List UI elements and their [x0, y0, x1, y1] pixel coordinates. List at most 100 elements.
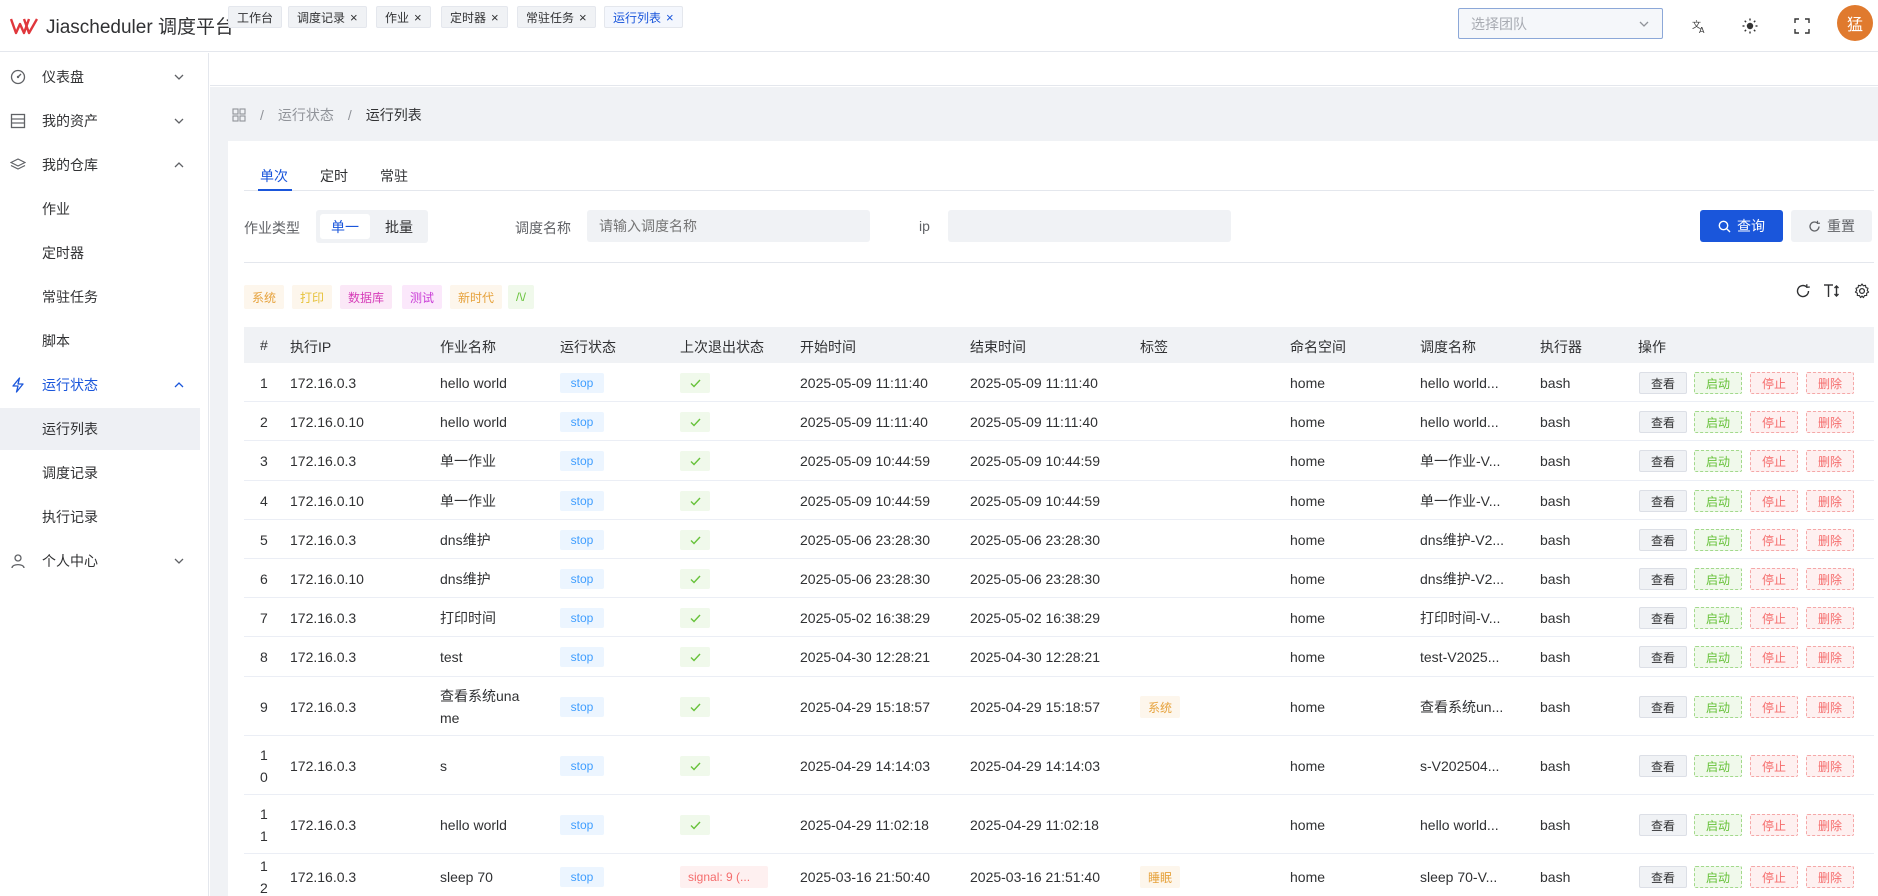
start-button[interactable]: 启动: [1694, 646, 1742, 668]
cell-namespace: home: [1290, 531, 1326, 548]
stop-button[interactable]: 停止: [1750, 866, 1798, 888]
ip-input[interactable]: [948, 210, 1231, 242]
team-select[interactable]: 选择团队: [1458, 8, 1663, 39]
start-button[interactable]: 启动: [1694, 696, 1742, 718]
close-icon[interactable]: ×: [414, 10, 422, 25]
delete-button[interactable]: 删除: [1806, 814, 1854, 836]
sidebar-item-resident[interactable]: 常驻任务: [0, 276, 200, 318]
delete-button[interactable]: 删除: [1806, 372, 1854, 394]
stop-button[interactable]: 停止: [1750, 696, 1798, 718]
schedule-name-input[interactable]: [587, 210, 870, 242]
start-button[interactable]: 启动: [1694, 529, 1742, 551]
view-button[interactable]: 查看: [1639, 529, 1687, 551]
reset-button[interactable]: 重置: [1791, 210, 1872, 242]
start-button[interactable]: 启动: [1694, 450, 1742, 472]
delete-button[interactable]: 删除: [1806, 866, 1854, 888]
fullscreen-icon[interactable]: [1787, 11, 1817, 41]
table-header: # 执行IP 作业名称 运行状态 上次退出状态 开始时间 结束时间 标签 命名空…: [244, 327, 1874, 363]
sidebar-item-runtime[interactable]: 运行状态: [0, 363, 200, 407]
stop-button[interactable]: 停止: [1750, 529, 1798, 551]
start-button[interactable]: 启动: [1694, 411, 1742, 433]
sidebar-item-timers[interactable]: 定时器: [0, 232, 200, 274]
view-button[interactable]: 查看: [1639, 607, 1687, 629]
stop-button[interactable]: 停止: [1750, 568, 1798, 590]
tab-resident[interactable]: 常驻任务 ×: [517, 6, 596, 28]
stop-button[interactable]: 停止: [1750, 814, 1798, 836]
sidebar-item-personal[interactable]: 个人中心: [0, 539, 200, 583]
delete-button[interactable]: 删除: [1806, 529, 1854, 551]
view-button[interactable]: 查看: [1639, 450, 1687, 472]
delete-button[interactable]: 删除: [1806, 568, 1854, 590]
stop-button[interactable]: 停止: [1750, 450, 1798, 472]
tag-chip[interactable]: 新时代: [450, 285, 503, 309]
close-icon[interactable]: ×: [350, 10, 358, 25]
sidebar-item-dashboard[interactable]: 仪表盘: [0, 55, 200, 99]
start-button[interactable]: 启动: [1694, 607, 1742, 629]
sidebar-item-scripts[interactable]: 脚本: [0, 320, 200, 362]
start-button[interactable]: 启动: [1694, 866, 1742, 888]
stop-button[interactable]: 停止: [1750, 490, 1798, 512]
view-button[interactable]: 查看: [1639, 490, 1687, 512]
stop-button[interactable]: 停止: [1750, 411, 1798, 433]
column-height-icon[interactable]: [1823, 282, 1841, 300]
delete-button[interactable]: 删除: [1806, 607, 1854, 629]
tab-workbench[interactable]: 工作台: [228, 6, 283, 28]
view-button[interactable]: 查看: [1639, 814, 1687, 836]
tag-chip[interactable]: 系统: [244, 285, 285, 309]
start-button[interactable]: 启动: [1694, 490, 1742, 512]
translate-icon[interactable]: 文A: [1684, 11, 1714, 41]
start-button[interactable]: 启动: [1694, 814, 1742, 836]
view-button[interactable]: 查看: [1639, 646, 1687, 668]
sidebar-item-schedule-records[interactable]: 调度记录: [0, 452, 200, 494]
job-type-batch[interactable]: 批量: [374, 214, 424, 239]
close-icon[interactable]: ×: [666, 10, 674, 25]
job-type-single[interactable]: 单一: [320, 214, 370, 239]
delete-button[interactable]: 删除: [1806, 411, 1854, 433]
close-icon[interactable]: ×: [579, 10, 587, 25]
stop-button[interactable]: 停止: [1750, 607, 1798, 629]
delete-button[interactable]: 删除: [1806, 696, 1854, 718]
view-button[interactable]: 查看: [1639, 568, 1687, 590]
delete-button[interactable]: 删除: [1806, 646, 1854, 668]
tag-chip[interactable]: 数据库: [340, 285, 393, 309]
start-button[interactable]: 启动: [1694, 372, 1742, 394]
tab-timed[interactable]: 定时: [320, 166, 348, 186]
query-button[interactable]: 查询: [1700, 210, 1783, 242]
tag-chip[interactable]: 打印: [292, 285, 333, 309]
view-button[interactable]: 查看: [1639, 411, 1687, 433]
tab-once[interactable]: 单次: [260, 166, 288, 186]
tab-timers[interactable]: 定时器 ×: [441, 6, 508, 28]
breadcrumb-level1[interactable]: 运行状态: [278, 105, 334, 125]
avatar[interactable]: 猛: [1837, 5, 1873, 41]
view-button[interactable]: 查看: [1639, 696, 1687, 718]
view-button[interactable]: 查看: [1639, 372, 1687, 394]
delete-button[interactable]: 删除: [1806, 755, 1854, 777]
sun-icon[interactable]: [1735, 11, 1765, 41]
sidebar-item-assets[interactable]: 我的资产: [0, 99, 200, 143]
tab-run-list[interactable]: 运行列表 ×: [604, 6, 683, 28]
view-button[interactable]: 查看: [1639, 755, 1687, 777]
delete-button[interactable]: 删除: [1806, 450, 1854, 472]
tag-chip[interactable]: 测试: [402, 285, 443, 309]
stop-button[interactable]: 停止: [1750, 646, 1798, 668]
tag-chip[interactable]: /\/: [508, 285, 535, 309]
sidebar-item-run-list[interactable]: 运行列表: [0, 408, 200, 450]
grid-icon[interactable]: [232, 108, 246, 122]
view-button[interactable]: 查看: [1639, 866, 1687, 888]
sidebar-item-repo[interactable]: 我的仓库: [0, 143, 200, 187]
close-icon[interactable]: ×: [491, 10, 499, 25]
refresh-icon[interactable]: [1794, 282, 1812, 300]
stop-button[interactable]: 停止: [1750, 755, 1798, 777]
tab-jobs[interactable]: 作业 ×: [376, 6, 431, 28]
tab-schedule-records[interactable]: 调度记录 ×: [288, 6, 367, 28]
cell-schedule-name: 单一作业-V...: [1420, 453, 1501, 469]
sidebar-item-exec-records[interactable]: 执行记录: [0, 496, 200, 538]
stop-button[interactable]: 停止: [1750, 372, 1798, 394]
tab-resident-run[interactable]: 常驻: [380, 166, 408, 186]
sidebar-item-jobs[interactable]: 作业: [0, 188, 200, 230]
delete-button[interactable]: 删除: [1806, 490, 1854, 512]
logo[interactable]: Jiascheduler 调度平台: [0, 12, 234, 39]
settings-gear-icon[interactable]: [1853, 282, 1871, 300]
start-button[interactable]: 启动: [1694, 755, 1742, 777]
start-button[interactable]: 启动: [1694, 568, 1742, 590]
